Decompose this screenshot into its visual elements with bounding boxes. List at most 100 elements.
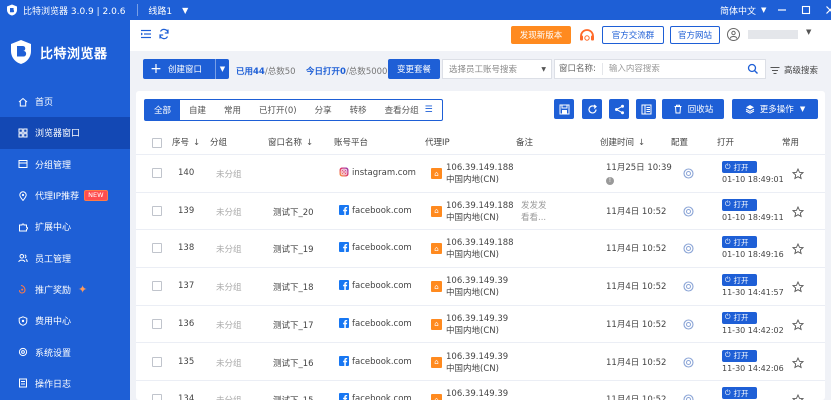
sidebar-item-group-management[interactable]: 分组管理: [0, 149, 130, 180]
star-icon[interactable]: [792, 394, 804, 400]
row-checkbox[interactable]: [152, 243, 162, 254]
sidebar-item-extensions[interactable]: 扩展中心: [0, 211, 130, 242]
star-icon[interactable]: [792, 318, 804, 331]
tab-opened[interactable]: 已打开(0): [250, 100, 306, 120]
table-row[interactable]: 134 未分组 测试下_15 facebook.com ⌂ 106.39.149.39中国…: [136, 381, 825, 400]
columns-icon-button[interactable]: [636, 99, 656, 119]
close-icon[interactable]: [824, 4, 831, 16]
collapse-menu-icon[interactable]: [140, 28, 152, 40]
row-checkbox[interactable]: [152, 356, 162, 367]
tab-view-groups[interactable]: 查看分组 ☰: [376, 100, 442, 120]
row-checkbox[interactable]: [152, 205, 162, 216]
table-row[interactable]: 136 未分组 测试下_17 facebook.com ⌂ 106.39.149.39 中国…: [136, 306, 825, 344]
open-window-button[interactable]: ⏻ 打开: [722, 236, 757, 249]
star-icon[interactable]: [792, 356, 804, 369]
tab-shared[interactable]: 分享: [306, 100, 341, 120]
new-version-button[interactable]: 发现新版本: [511, 26, 571, 44]
change-package-button[interactable]: 变更套餐: [388, 59, 440, 79]
sort-arrow-icon[interactable]: ↓: [306, 138, 313, 148]
chevron-down-icon[interactable]: ▼: [182, 6, 188, 15]
col-name[interactable]: 窗口名称 ↓: [268, 131, 313, 155]
table-row[interactable]: 139 未分组 测试下_20 facebook.com ⌂ 106.39.149.188 中…: [136, 193, 825, 231]
open-window-button[interactable]: ⏻ 打开: [722, 349, 757, 362]
sidebar-item-referral[interactable]: 推广奖励 ✦: [0, 274, 130, 305]
row-window-name[interactable]: 测试下_17: [273, 319, 314, 331]
community-button[interactable]: 官方交流群: [602, 26, 664, 44]
row-checkbox[interactable]: [152, 318, 162, 329]
open-window-button[interactable]: ⏻ 打开: [722, 161, 757, 173]
chevron-down-icon[interactable]: ▼: [806, 28, 811, 36]
sidebar-item-settings[interactable]: 系统设置: [0, 336, 130, 367]
config-icon[interactable]: [683, 356, 694, 368]
search-icon[interactable]: [747, 63, 759, 75]
row-created-time: 11月4日 10:52: [606, 281, 666, 293]
table-row[interactable]: 140 未分组 instagram.com ⌂ 106.39.149.188 中国内地(C…: [136, 155, 825, 193]
row-note[interactable]: 发发发 看看...: [521, 200, 547, 224]
tab-all[interactable]: 全部: [145, 100, 181, 120]
star-icon[interactable]: [792, 168, 804, 180]
open-window-button[interactable]: ⏻ 打开: [722, 311, 757, 324]
row-window-name[interactable]: 测试下_18: [273, 281, 314, 293]
row-note-line2: 看看...: [521, 212, 547, 223]
star-icon[interactable]: [792, 205, 804, 218]
config-icon[interactable]: [683, 168, 694, 179]
website-button[interactable]: 官方网站: [670, 26, 720, 44]
line-selector[interactable]: 线路1: [148, 4, 172, 17]
language-selector[interactable]: 简体中文 ▼: [720, 0, 766, 20]
config-icon[interactable]: [683, 281, 694, 292]
search-field-selector[interactable]: 窗口名称:: [555, 63, 603, 75]
row-checkbox[interactable]: [152, 168, 162, 178]
user-name-redacted[interactable]: [748, 30, 798, 39]
col-created[interactable]: 创建时间 ↓: [600, 131, 645, 155]
row-checkbox[interactable]: [152, 394, 162, 400]
employee-select[interactable]: 选择员工账号搜索 ▼: [442, 59, 552, 79]
row-platform-label: facebook.com: [352, 318, 412, 329]
open-window-button[interactable]: ⏻ 打开: [722, 198, 757, 211]
table-row[interactable]: 137 未分组 测试下_18 facebook.com ⌂ 106.39.149.39 中国…: [136, 268, 825, 306]
row-checkbox[interactable]: [152, 281, 162, 292]
config-icon[interactable]: [683, 319, 694, 330]
share-icon-button[interactable]: [609, 99, 629, 119]
refresh-list-button[interactable]: [582, 99, 602, 119]
sidebar-item-proxy-ip[interactable]: 代理IP推荐 NEW: [0, 180, 130, 211]
row-window-name[interactable]: 测试下_20: [273, 206, 314, 218]
table-row[interactable]: 138 未分组 测试下_19 facebook.com ⌂ 106.39.149.188 中…: [136, 230, 825, 269]
search-input[interactable]: [602, 64, 747, 74]
config-icon[interactable]: [683, 243, 694, 254]
col-seq[interactable]: 序号 ↓: [172, 131, 200, 155]
star-icon[interactable]: [792, 281, 804, 293]
row-platform-label: facebook.com: [352, 394, 412, 400]
tab-self-created[interactable]: 自建: [180, 100, 215, 120]
open-window-button[interactable]: ⏻ 打开: [722, 274, 757, 287]
recycle-bin-button[interactable]: 回收站: [662, 99, 724, 119]
create-window-button[interactable]: + 创建窗口 ▼: [143, 59, 229, 79]
avatar[interactable]: [727, 28, 740, 41]
sort-arrow-icon[interactable]: ↓: [193, 138, 200, 148]
sidebar-item-home[interactable]: 首页: [0, 86, 130, 117]
star-icon[interactable]: [792, 243, 804, 255]
select-all-checkbox[interactable]: [152, 138, 162, 148]
config-icon[interactable]: [683, 206, 694, 217]
maximize-icon[interactable]: [800, 4, 812, 16]
refresh-icon[interactable]: [158, 28, 170, 40]
open-window-button[interactable]: ⏻ 打开: [722, 387, 757, 400]
chevron-down-icon[interactable]: ▼: [215, 59, 229, 79]
table-row[interactable]: 135 未分组 测试下_16 facebook.com ⌂ 106.39.149.39 中国…: [136, 344, 825, 382]
sidebar-item-employees[interactable]: 员工管理: [0, 242, 130, 273]
save-icon-button[interactable]: [554, 99, 574, 119]
row-window-name[interactable]: 测试下_15: [273, 394, 314, 400]
sidebar-item-browser-windows[interactable]: 浏览器窗口: [0, 117, 130, 149]
sidebar-item-operation-log[interactable]: 操作日志: [0, 368, 130, 399]
headset-icon[interactable]: [578, 26, 596, 44]
info-icon[interactable]: !: [606, 177, 614, 185]
row-window-name[interactable]: 测试下_19: [273, 243, 314, 255]
row-window-name[interactable]: 测试下_16: [273, 357, 314, 369]
tab-transferred[interactable]: 转移: [341, 100, 376, 120]
advanced-search-button[interactable]: 高级搜索: [770, 64, 818, 76]
minimize-icon[interactable]: [776, 4, 788, 16]
more-actions-button[interactable]: 更多操作 ▼: [732, 99, 818, 119]
config-icon[interactable]: [683, 394, 694, 400]
sidebar-item-billing[interactable]: 费用中心: [0, 305, 130, 336]
tab-common[interactable]: 常用: [215, 100, 250, 120]
sort-arrow-icon[interactable]: ↓: [638, 138, 645, 148]
